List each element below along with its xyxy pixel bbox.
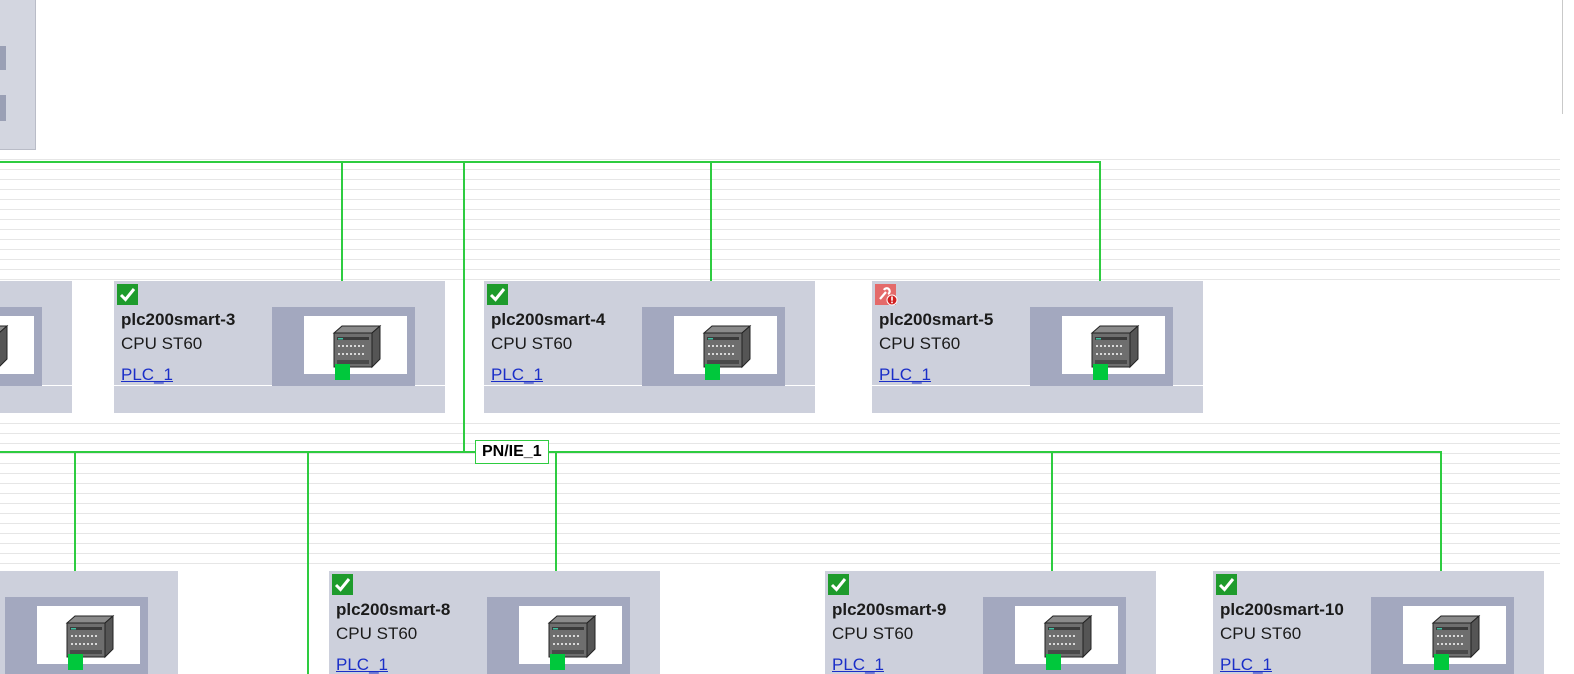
left-panel-fragment: [0, 0, 36, 150]
status-ok-icon: [828, 574, 849, 595]
network-view-canvas[interactable]: PN/IE_1 plc200smart-3 CPU ST60 PLC_1 plc…: [0, 0, 1574, 674]
ethernet-port[interactable]: [335, 364, 350, 380]
device-slot: [272, 307, 415, 386]
device-card[interactable]: plc200smart-3 CPU ST60 PLC_1: [114, 281, 445, 413]
device-image: [304, 316, 407, 380]
ethernet-port[interactable]: [1434, 654, 1449, 670]
device-name: plc200smart-10: [1220, 600, 1344, 619]
device-card[interactable]: plc200smart-10 CPU ST60 PLC_1: [1213, 571, 1544, 674]
device-card[interactable]: plc200smart-4 CPU ST60 PLC_1: [484, 281, 815, 413]
device-card[interactable]: plc200smart-5 CPU ST60 PLC_1: [872, 281, 1203, 413]
device-slot: [1371, 597, 1514, 674]
cpu-type: CPU ST60: [336, 624, 418, 643]
status-ok-icon: [332, 574, 353, 595]
device-image: [674, 316, 777, 380]
lower-bus-line[interactable]: [0, 451, 1442, 453]
status-ok-icon: [487, 284, 508, 305]
device-name: plc200smart-5: [879, 310, 994, 329]
status-error-icon: [875, 284, 898, 306]
device-slot: [487, 597, 630, 674]
plc-link[interactable]: PLC_1: [491, 365, 543, 385]
ethernet-port[interactable]: [68, 654, 83, 670]
vertical-scrollbar-track[interactable]: [1562, 0, 1563, 114]
device-card[interactable]: plc200smart-8 CPU ST60 PLC_1: [329, 571, 660, 674]
upper-bus-line[interactable]: [0, 161, 1101, 163]
cpu-type: CPU ST60: [121, 334, 203, 353]
device-name: plc200smart-8: [336, 600, 451, 619]
drop-line-extra[interactable]: [307, 451, 309, 674]
device-slot: [0, 307, 42, 386]
plc-link[interactable]: PLC_1: [1220, 655, 1272, 674]
ethernet-port[interactable]: [705, 364, 720, 380]
device-slot: [1030, 307, 1173, 386]
device-card[interactable]: [0, 571, 178, 674]
device-image: [1062, 316, 1165, 380]
trunk-line[interactable]: [463, 161, 465, 453]
device-name: plc200smart-4: [491, 310, 606, 329]
device-image: [519, 606, 622, 670]
cpu-module-icon: [0, 323, 9, 371]
device-name: plc200smart-9: [832, 600, 947, 619]
plc-link[interactable]: PLC_1: [879, 365, 931, 385]
cpu-type: CPU ST60: [491, 334, 573, 353]
device-slot: [5, 597, 148, 674]
device-image: [0, 316, 34, 374]
grid-band-top: [0, 150, 1560, 280]
device-card[interactable]: [0, 281, 72, 413]
device-image: [1403, 606, 1506, 670]
status-ok-icon: [1216, 574, 1237, 595]
cpu-type: CPU ST60: [1220, 624, 1302, 643]
device-slot: [983, 597, 1126, 674]
cpu-type: CPU ST60: [879, 334, 961, 353]
plc-link[interactable]: PLC_1: [121, 365, 173, 385]
device-image: [1015, 606, 1118, 670]
ethernet-port[interactable]: [1046, 654, 1061, 670]
ethernet-port[interactable]: [550, 654, 565, 670]
status-ok-icon: [117, 284, 138, 305]
plc-link[interactable]: PLC_1: [336, 655, 388, 674]
plc-link[interactable]: PLC_1: [832, 655, 884, 674]
device-image: [37, 606, 140, 670]
device-name: plc200smart-3: [121, 310, 236, 329]
cpu-type: CPU ST60: [832, 624, 914, 643]
device-slot: [642, 307, 785, 386]
grid-band-middle: [0, 414, 1560, 564]
device-card[interactable]: plc200smart-9 CPU ST60 PLC_1: [825, 571, 1156, 674]
ethernet-port[interactable]: [1093, 364, 1108, 380]
network-label[interactable]: PN/IE_1: [475, 440, 549, 464]
